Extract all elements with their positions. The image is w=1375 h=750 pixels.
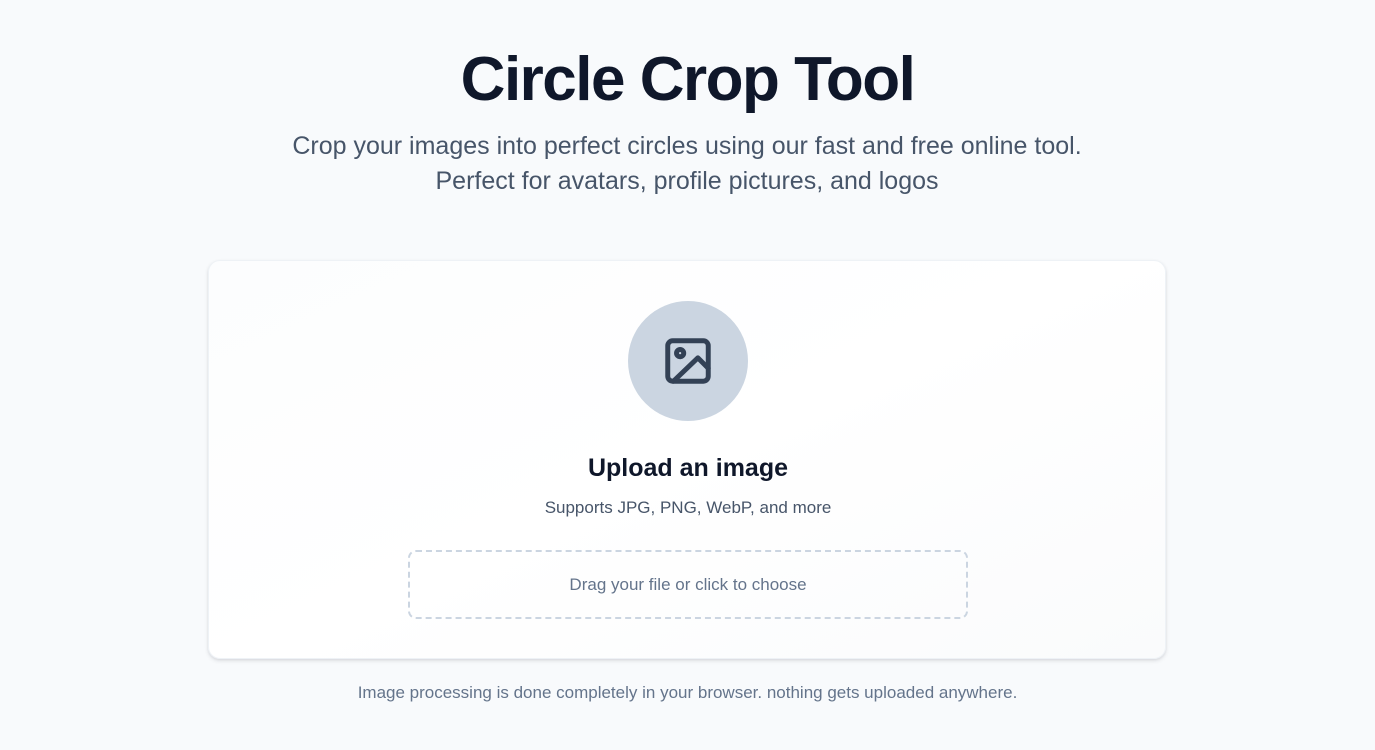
- upload-card: Upload an image Supports JPG, PNG, WebP,…: [208, 260, 1166, 659]
- image-icon: [665, 338, 711, 384]
- page: Circle Crop Tool Crop your images into p…: [0, 0, 1375, 750]
- privacy-note: Image processing is done completely in y…: [357, 683, 1018, 702]
- upload-icon-circle: [628, 301, 748, 421]
- file-dropzone[interactable]: Drag your file or click to choose: [408, 550, 968, 619]
- dropzone-label: Drag your file or click to choose: [569, 574, 807, 594]
- supported-formats-text: Supports JPG, PNG, WebP, and more: [544, 498, 832, 517]
- page-title: Circle Crop Tool: [460, 45, 916, 114]
- page-subtitle: Crop your images into perfect circles us…: [292, 132, 1082, 195]
- upload-title: Upload an image: [587, 454, 789, 482]
